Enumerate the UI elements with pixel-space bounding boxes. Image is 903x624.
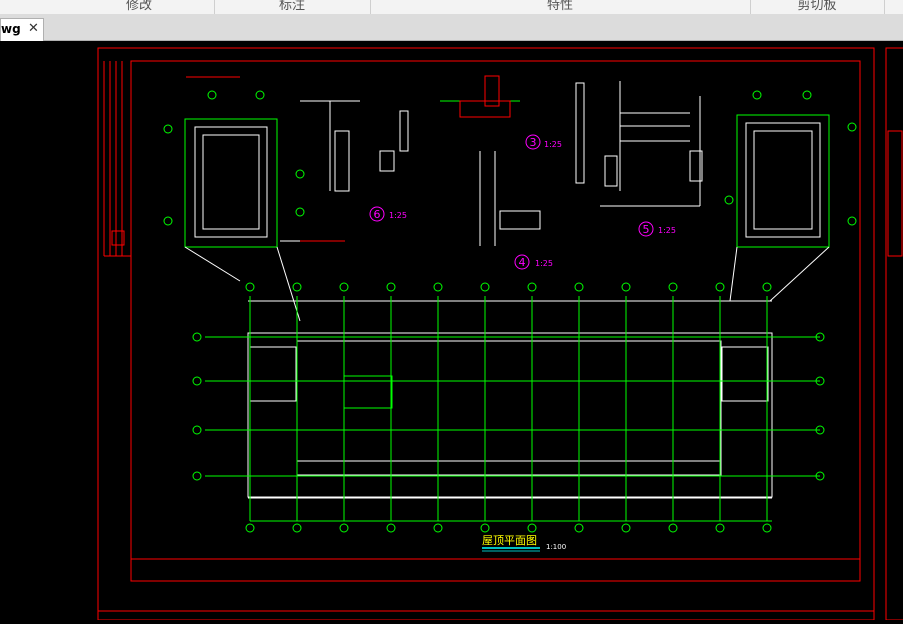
right-strip <box>887 130 903 257</box>
ribbon-group-label: 修改 <box>125 0 152 13</box>
grid-bubble <box>527 282 537 292</box>
detail-callout-3: 3 1:25 <box>525 134 562 150</box>
center-details <box>300 75 703 246</box>
grid-bubble <box>339 282 349 292</box>
grid-bubble <box>245 282 255 292</box>
grid-bubble <box>715 523 725 533</box>
grid-bubble <box>621 523 631 533</box>
ribbon-group-label: 标注 <box>278 0 305 13</box>
ribbon-bar: 修改 标注 特性 剪切板 <box>0 0 903 15</box>
ribbon-group-modify[interactable]: 修改 <box>64 0 215 14</box>
grid-bubble <box>574 282 584 292</box>
grid-bubble <box>433 282 443 292</box>
grid-bubble <box>245 523 255 533</box>
detail-callout-4: 4 1:25 <box>514 254 553 270</box>
document-tab-strip: wg ✕ <box>0 14 903 41</box>
detail-number: 5 <box>643 223 650 236</box>
grid-bubble <box>433 523 443 533</box>
grid-bubble <box>339 523 349 533</box>
grid-bubble <box>480 523 490 533</box>
detail-scale: 1:25 <box>535 259 553 268</box>
grid-bubble <box>192 376 202 386</box>
grid-bubble <box>621 282 631 292</box>
ribbon-group-properties[interactable]: 特性 <box>370 0 751 14</box>
detail-number: 3 <box>530 136 537 149</box>
detail-callout-5: 5 1:25 <box>638 221 676 237</box>
grid-bubble <box>762 523 772 533</box>
detail-number: 6 <box>374 208 381 221</box>
grid-bubble <box>668 282 678 292</box>
detail-callout-6: 6 1:25 <box>369 206 407 222</box>
ribbon-group-clipboard[interactable]: 剪切板 <box>750 0 885 14</box>
grid-bubble <box>292 523 302 533</box>
grid-bubble <box>715 282 725 292</box>
grid-bubble <box>192 425 202 435</box>
grid-bubble <box>386 282 396 292</box>
detail-number: 4 <box>519 256 526 269</box>
drawing-frame <box>130 60 861 582</box>
grid-bubble <box>527 523 537 533</box>
grid-bubble <box>386 523 396 533</box>
drawing-title: 屋顶平面图 <box>482 534 537 547</box>
grid-bubbles <box>192 282 825 533</box>
roof-plan <box>205 296 820 522</box>
detail-left <box>163 76 345 322</box>
grid-bubble <box>480 282 490 292</box>
cad-drawing: 3 1:25 6 1:25 5 1:25 4 1:25 屋顶平面图 1:100 <box>97 47 903 624</box>
grid-bubble <box>292 282 302 292</box>
document-tab-label: wg <box>1 22 21 36</box>
drawing-title-scale: 1:100 <box>546 543 566 551</box>
detail-scale: 1:25 <box>658 226 676 235</box>
close-icon[interactable]: ✕ <box>28 21 39 36</box>
ribbon-group-label: 剪切板 <box>797 0 837 13</box>
detail-scale: 1:25 <box>544 140 562 149</box>
grid-bubble <box>192 332 202 342</box>
next-sheet-border <box>885 47 903 621</box>
ribbon-group-annotate[interactable]: 标注 <box>214 0 371 14</box>
grid-bubble <box>192 471 202 481</box>
title-strip <box>103 61 131 257</box>
document-tab[interactable]: wg ✕ <box>0 18 44 41</box>
detail-scale: 1:25 <box>389 211 407 220</box>
grid-bubble <box>668 523 678 533</box>
ribbon-group-label: 特性 <box>546 0 573 13</box>
drawing-canvas[interactable]: 3 1:25 6 1:25 5 1:25 4 1:25 屋顶平面图 1:100 <box>0 41 903 624</box>
grid-bubble <box>574 523 584 533</box>
grid-bubble <box>762 282 772 292</box>
detail-right <box>724 90 857 302</box>
